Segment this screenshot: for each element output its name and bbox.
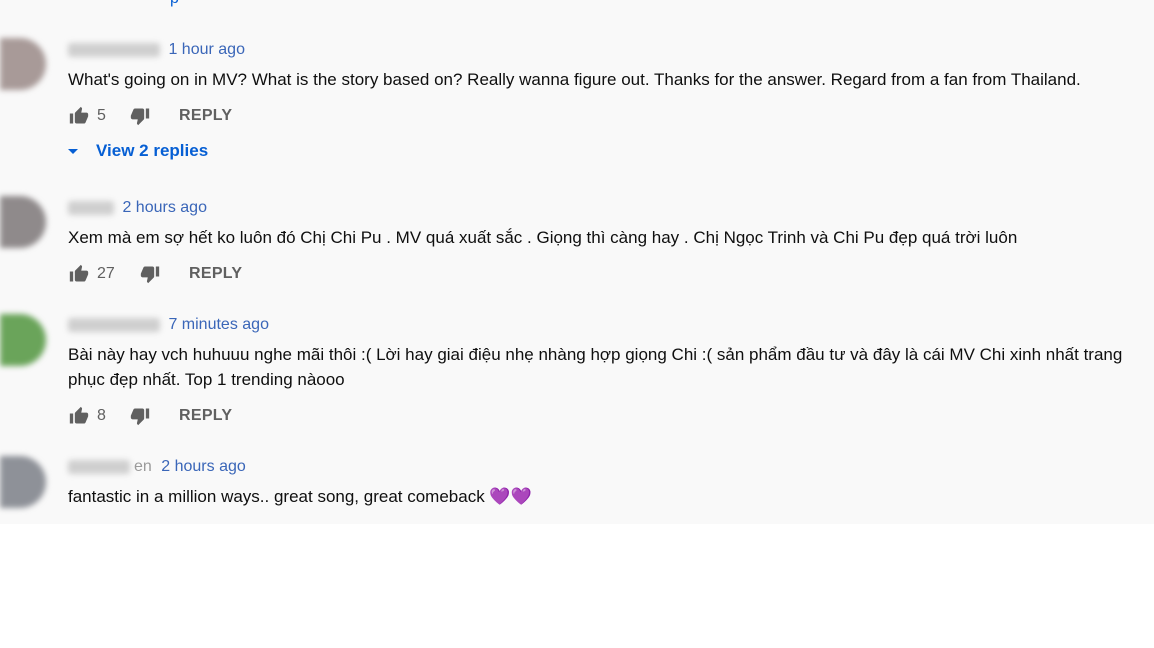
comment-header: 1 hour ago xyxy=(68,41,245,59)
thumbs-up-icon[interactable] xyxy=(68,406,90,426)
comment-text: fantastic in a million ways.. great song… xyxy=(68,487,532,506)
comment-header: en 2 hours ago xyxy=(68,458,246,476)
avatar[interactable] xyxy=(0,314,46,366)
like-count: 27 xyxy=(97,265,115,282)
comment-text: What's going on in MV? What is the story… xyxy=(68,70,1081,89)
comment-timestamp[interactable]: 2 hours ago xyxy=(122,199,207,216)
view-replies-button[interactable]: View 2 replies xyxy=(66,141,208,161)
view-replies-label: View 2 replies xyxy=(96,141,209,160)
previous-link-fragment[interactable]: p xyxy=(170,0,179,8)
thumbs-up-icon[interactable] xyxy=(68,264,90,284)
reply-button[interactable]: REPLY xyxy=(189,265,242,283)
comments-panel: p 1 hour ago What's going on in MV? What… xyxy=(0,0,1154,524)
comment-timestamp[interactable]: 2 hours ago xyxy=(161,458,246,475)
author-name-blurred[interactable] xyxy=(68,43,160,57)
thumbs-up-icon[interactable] xyxy=(68,106,90,126)
author-name-blurred[interactable] xyxy=(68,201,114,215)
comment-actions: 5 REPLY xyxy=(68,106,232,126)
reply-button[interactable]: REPLY xyxy=(179,107,232,125)
author-name-blurred[interactable] xyxy=(68,460,130,474)
comment-timestamp[interactable]: 1 hour ago xyxy=(168,41,245,58)
comment-header: 2 hours ago xyxy=(68,199,207,217)
avatar[interactable] xyxy=(0,38,46,90)
comment-actions: 27 REPLY xyxy=(68,264,242,284)
thumbs-down-icon[interactable] xyxy=(129,406,151,426)
avatar[interactable] xyxy=(0,196,46,248)
like-count: 5 xyxy=(97,107,106,124)
comment-text: Bài này hay vch huhuuu nghe mãi thôi :( … xyxy=(68,345,1123,389)
caret-down-icon xyxy=(66,144,80,158)
avatar[interactable] xyxy=(0,456,46,508)
comment-timestamp[interactable]: 7 minutes ago xyxy=(168,316,269,333)
like-count: 8 xyxy=(97,407,106,424)
thumbs-down-icon[interactable] xyxy=(139,264,161,284)
comment-text: Xem mà em sợ hết ko luôn đó Chị Chi Pu .… xyxy=(68,228,1018,247)
reply-button[interactable]: REPLY xyxy=(179,407,232,425)
thumbs-down-icon[interactable] xyxy=(129,106,151,126)
comment-header: 7 minutes ago xyxy=(68,316,269,334)
author-name-blurred[interactable] xyxy=(68,318,160,332)
author-name-fragment[interactable]: en xyxy=(134,458,152,475)
comment-actions: 8 REPLY xyxy=(68,406,232,426)
